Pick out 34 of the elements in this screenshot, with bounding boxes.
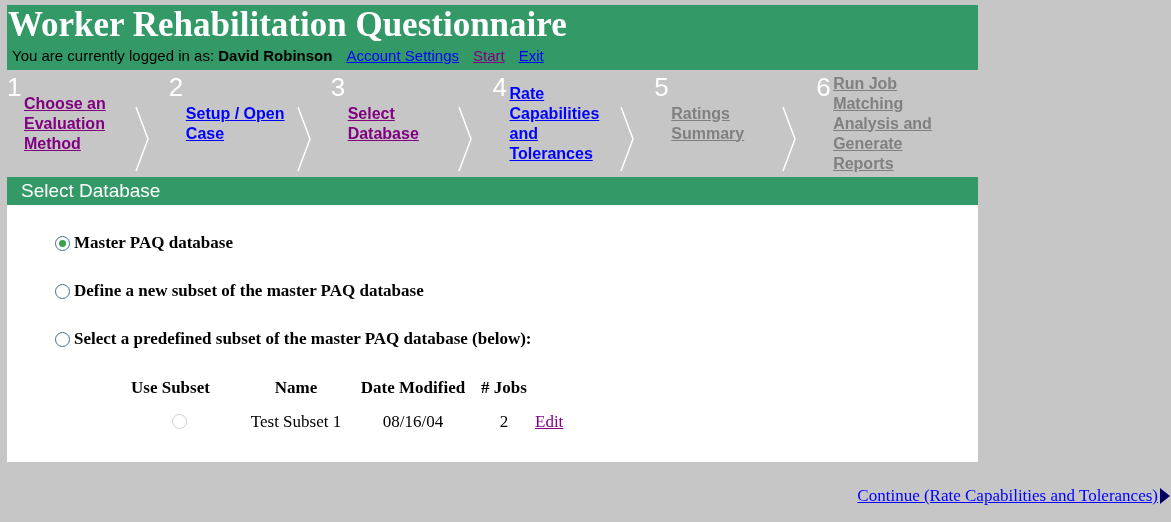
radio-button[interactable] [55,283,70,299]
radio-button[interactable] [55,235,70,251]
chevron-icon [134,106,149,172]
step-number: 4 [492,73,507,101]
login-text: You are currently logged in as: David Robinson [12,46,333,66]
continue-link[interactable]: Continue (Rate Capabilities and Tolerances) [857,483,1158,509]
step-link[interactable]: Choose an Evaluation Method [24,93,129,154]
step-link[interactable]: Select Database [347,103,453,144]
chevron-icon [782,106,797,172]
column-header: Name [273,377,319,399]
step-number: 1 [7,73,22,101]
header-link[interactable]: Start [473,46,505,66]
table-cell-text: Test Subset 1 [249,410,343,433]
step-link[interactable]: Setup / Open Case [185,103,291,144]
table-cell-text: 08/16/04 [381,410,445,433]
step-number: 6 [816,73,831,101]
arrow-icon [1160,487,1170,504]
step-number: 5 [654,73,669,101]
option-label: Master PAQ database [74,232,233,255]
option-label: Define a new subset of the master PAQ database [74,280,424,303]
radio-button[interactable] [55,331,70,347]
chevron-icon [620,106,635,172]
step-link[interactable]: Rate Capabilities and Tolerances [509,83,615,164]
column-header: Use Subset [131,377,211,399]
chevron-icon [458,106,473,172]
column-header: # Jobs [480,377,528,399]
section-title: Select Database [21,178,161,203]
column-header: Date Modified [359,377,467,399]
table-cell-text: 2 [498,410,510,433]
option-label: Select a predefined subset of the master PAQ database (below): [74,328,532,351]
chevron-icon [296,106,311,172]
app-title: Worker Rehabilitation Questionnaire [8,5,568,45]
step-number: 2 [168,73,184,101]
step-number: 3 [330,73,346,101]
